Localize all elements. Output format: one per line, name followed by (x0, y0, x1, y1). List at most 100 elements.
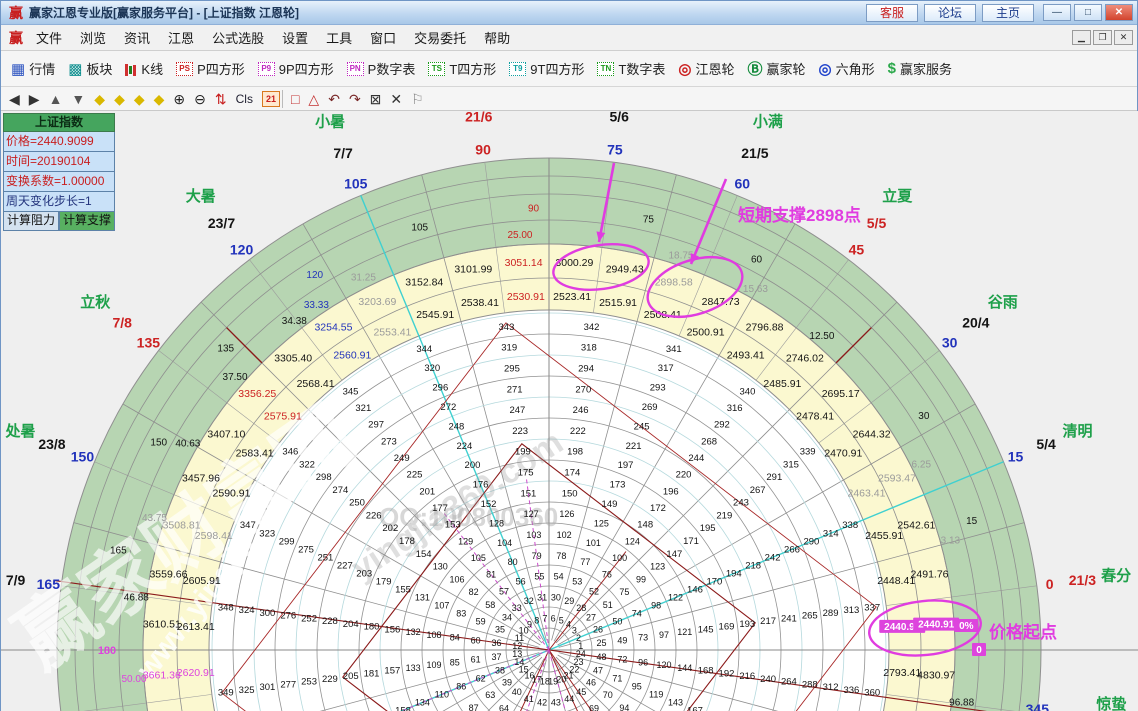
next-button[interactable]: ▶ (29, 89, 40, 109)
spiral-number: 265 (802, 611, 818, 622)
toolbar-P数字表[interactable]: PNP数字表 (347, 59, 416, 78)
cls-button[interactable]: Cls (236, 89, 253, 109)
down-button[interactable]: ▼ (71, 89, 85, 109)
spiral-number: 271 (507, 384, 523, 395)
spiral-number: 132 (406, 627, 421, 637)
customer-service-button[interactable]: 客服 (866, 4, 918, 22)
center-tool[interactable]: ✕ (390, 89, 402, 109)
menu-item-3[interactable]: 江恩 (159, 28, 203, 49)
spiral-number: 100 (612, 553, 627, 563)
up-button[interactable]: ▲ (49, 89, 63, 109)
menu-item-4[interactable]: 公式选股 (203, 28, 273, 49)
big-icon: Ⓑ (748, 58, 763, 79)
toolbar-P四方形[interactable]: PSP四方形 (176, 59, 245, 78)
menu-item-5[interactable]: 设置 (273, 28, 317, 49)
wheel-area: 赢家财富网www.yingjia360.comyingjia360.comQQ:… (1, 111, 1138, 711)
select-box-tool[interactable]: ⊠ (370, 89, 382, 109)
menu-item-8[interactable]: 交易委托 (405, 28, 475, 49)
menu-item-7[interactable]: 窗口 (361, 28, 405, 49)
diamond-left[interactable]: ◆ (94, 89, 105, 109)
spiral-number: 298 (316, 472, 332, 483)
calc-resistance-button[interactable]: 计算阻力 (3, 212, 59, 231)
toolbar-赢家服务[interactable]: $赢家服务 (888, 59, 952, 78)
diamond-up[interactable]: ◆ (134, 89, 145, 109)
toolbar-9P四方形[interactable]: P99P四方形 (258, 59, 334, 78)
mdi-restore-button[interactable]: ❐ (1093, 30, 1112, 45)
rim-degree-label: 15 (1008, 449, 1024, 465)
spiral-number: 24 (576, 649, 586, 659)
toolbar-9T四方形[interactable]: T99T四方形 (509, 59, 584, 78)
mdi-close-button[interactable]: ✕ (1114, 30, 1133, 45)
spiral-number: 276 (280, 611, 296, 622)
menu-item-0[interactable]: 文件 (27, 28, 71, 49)
spiral-number: 147 (666, 549, 682, 560)
blocks-icon: ▩ (68, 60, 82, 78)
toolbar-江恩轮[interactable]: ◎江恩轮 (678, 59, 734, 78)
spiral-number: 251 (317, 552, 333, 563)
maximize-button[interactable]: □ (1074, 4, 1102, 21)
percent-ring-label: 96.88 (949, 697, 974, 708)
zoom-out-button[interactable]: ⊖ (194, 89, 206, 109)
transform-coefficient-field[interactable]: 变换系数=1.00000 (3, 172, 115, 192)
toolbar-六角形[interactable]: ◎六角形 (819, 59, 875, 78)
calendar-button[interactable]: 21 (262, 91, 280, 107)
calc-support-button[interactable]: 计算支撑 (59, 212, 115, 231)
menu-item-9[interactable]: 帮助 (475, 28, 519, 49)
diamond-right[interactable]: ◆ (114, 89, 125, 109)
toolbar-K线[interactable]: K线 (125, 59, 163, 78)
diamond-down[interactable]: ◆ (154, 89, 165, 109)
menu-item-1[interactable]: 浏览 (71, 28, 115, 49)
spiral-number: 153 (445, 520, 461, 531)
solar-term-label: 惊蛰 (1096, 695, 1126, 711)
spiral-number: 296 (432, 383, 448, 394)
triangle-tool[interactable]: △ (308, 89, 319, 109)
rotate-cw-tool[interactable]: ↷ (349, 89, 361, 109)
menu-item-6[interactable]: 工具 (317, 28, 361, 49)
toolbar-label: 江恩轮 (696, 59, 735, 78)
toolbar-板块[interactable]: ▩板块 (68, 59, 112, 78)
spiral-number: 173 (610, 480, 626, 491)
spiral-number: 179 (376, 576, 392, 587)
toolbar-行情[interactable]: ▦行情 (11, 59, 55, 78)
mdi-minimize-button[interactable]: ▁ (1072, 30, 1091, 45)
price-outer-label: 2898.58 (655, 277, 693, 289)
menu-item-2[interactable]: 资讯 (115, 28, 159, 49)
step-field[interactable]: 周天变化步长=1 (3, 192, 115, 212)
toolbar-T四方形[interactable]: TST四方形 (428, 59, 496, 78)
spiral-number: 248 (448, 421, 464, 432)
mdi-controls: ▁ ❐ ✕ (1070, 30, 1133, 45)
price-inner-label: 2553.41 (373, 327, 411, 339)
square-tool[interactable]: □ (291, 89, 299, 109)
toolbar-label: P数字表 (368, 59, 416, 78)
homepage-button[interactable]: 主页 (982, 4, 1034, 22)
toolbar-T数字表[interactable]: TNT数字表 (597, 59, 665, 78)
gann-wheel[interactable]: 赢家财富网www.yingjia360.comyingjia360.comQQ:… (1, 111, 1138, 711)
spiral-number: 268 (701, 436, 717, 447)
spiral-number: 95 (632, 681, 642, 691)
spiral-number: 339 (800, 447, 816, 458)
spiral-number: 126 (559, 509, 574, 519)
toolbar-label: 六角形 (836, 59, 875, 78)
price-field[interactable]: 价格=2440.9099 (3, 132, 115, 152)
minimize-button[interactable]: — (1043, 4, 1071, 21)
spiral-number: 146 (687, 585, 703, 596)
first-button[interactable]: ◀ (9, 89, 20, 109)
spiral-number: 313 (843, 605, 859, 616)
spiral-number: 122 (668, 593, 683, 603)
forum-button[interactable]: 论坛 (924, 4, 976, 22)
toolbar-赢家轮[interactable]: Ⓑ赢家轮 (748, 58, 806, 79)
close-button[interactable]: ✕ (1105, 4, 1133, 21)
spiral-number: 86 (456, 681, 466, 691)
kline-icon (125, 62, 137, 76)
spiral-number: 317 (658, 363, 674, 374)
rotate-ccw-tool[interactable]: ↶ (328, 89, 340, 109)
price-inner-label: 2530.91 (507, 291, 545, 303)
percent-ring-label: 3.13 (941, 536, 961, 547)
time-field[interactable]: 时间=20190104 (3, 152, 115, 172)
spiral-number: 129 (458, 536, 473, 546)
price-inner-label: 2598.41 (195, 530, 233, 542)
flag-tool[interactable]: ⚐ (411, 89, 424, 109)
zoom-in-button[interactable]: ⊕ (173, 89, 185, 109)
spiral-number: 84 (450, 633, 460, 643)
updown-button[interactable]: ⇅ (215, 89, 227, 109)
